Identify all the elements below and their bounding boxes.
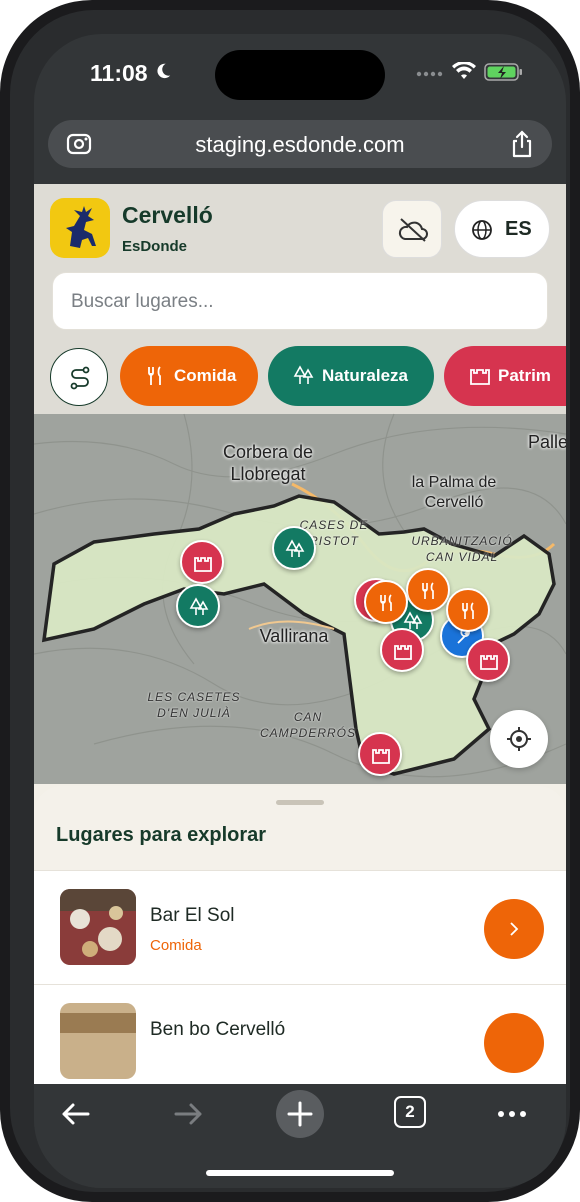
heritage-marker[interactable]: [380, 628, 424, 672]
home-indicator: [206, 1170, 394, 1176]
url-text[interactable]: staging.esdonde.com: [48, 132, 552, 158]
chip-label: Naturaleza: [322, 366, 408, 385]
web-page: Corbera de Llobregat la Palma de Cervell…: [34, 184, 566, 1084]
locate-me-button[interactable]: [490, 710, 548, 768]
status-time: 11:08: [90, 60, 148, 86]
place-label: la Palma de: [411, 474, 497, 491]
heritage-marker[interactable]: [358, 732, 402, 776]
town-logo: [50, 198, 110, 258]
moon-icon: [157, 63, 171, 79]
cloud-off-icon: [398, 218, 428, 242]
signal-dots-icon: [416, 71, 443, 77]
globe-icon: [472, 220, 492, 240]
chip-label: Patrim: [498, 366, 551, 385]
area-label: CAMPDERRÓS: [259, 726, 356, 740]
places-sheet: Lugares para explorar Bar El Sol Comida …: [34, 786, 566, 1084]
plus-icon: [287, 1101, 313, 1127]
language-code: ES: [505, 218, 532, 240]
area-label: URBANITZACIÓ: [411, 534, 513, 548]
place-name: Bar El Sol: [150, 905, 235, 926]
screen: 11:08 staging.esdonde.com Corbera de Llo…: [34, 34, 566, 1188]
share-icon[interactable]: [510, 130, 534, 158]
search-input[interactable]: Buscar lugares...: [52, 272, 548, 330]
route-filter-button[interactable]: [50, 348, 108, 406]
place-label: Cervelló: [424, 494, 484, 511]
area-label: CAN VIDAL: [425, 550, 499, 564]
open-place-button[interactable]: [484, 1013, 544, 1073]
trees-icon: [189, 597, 209, 615]
sheet-handle[interactable]: [276, 800, 324, 805]
browser-url-bar[interactable]: staging.esdonde.com: [48, 120, 552, 168]
brand-name: EsDonde: [122, 238, 188, 255]
place-thumbnail: [60, 889, 136, 965]
place-thumbnail: [60, 1003, 136, 1079]
food-marker[interactable]: [446, 588, 490, 632]
place-label: Palle: [528, 432, 566, 452]
place-name: Ben bo Cervelló: [150, 1019, 286, 1040]
new-tab-button[interactable]: [276, 1090, 324, 1138]
nature-marker[interactable]: [272, 526, 316, 570]
back-arrow-icon[interactable]: [58, 1096, 94, 1132]
trees-icon: [293, 365, 314, 384]
search-placeholder: Buscar lugares...: [71, 291, 214, 312]
place-category: Comida: [150, 937, 202, 954]
wifi-icon: [452, 62, 476, 79]
open-place-button[interactable]: [484, 899, 544, 959]
food-marker[interactable]: [406, 568, 450, 612]
forward-arrow-icon[interactable]: [170, 1096, 206, 1132]
dynamic-island: [215, 50, 385, 100]
chip-comida[interactable]: Comida: [120, 346, 258, 406]
tabs-button[interactable]: 2: [394, 1096, 426, 1128]
deer-icon: [66, 206, 96, 248]
area-label: CAN: [293, 710, 323, 724]
sheet-title: Lugares para explorar: [56, 824, 267, 846]
crosshair-icon: [507, 727, 531, 751]
battery-icon: [484, 63, 522, 81]
language-button[interactable]: ES: [454, 200, 550, 258]
chevron-right-icon: [510, 922, 519, 936]
heritage-marker[interactable]: [466, 638, 510, 682]
castle-icon: [394, 645, 412, 660]
list-item[interactable]: Bar El Sol Comida: [34, 870, 566, 984]
utensils-icon: [380, 594, 392, 611]
trees-icon: [285, 539, 305, 557]
phone-frame: 11:08 staging.esdonde.com Corbera de Llo…: [0, 0, 580, 1202]
chip-patrimonio[interactable]: Patrim: [444, 346, 566, 406]
more-icon[interactable]: [494, 1096, 530, 1132]
castle-icon: [372, 749, 390, 764]
town-name: Cervelló: [122, 202, 213, 228]
place-label: Corbera de: [222, 442, 314, 462]
chip-naturaleza[interactable]: Naturaleza: [268, 346, 434, 406]
area-label: LES CASETES: [147, 690, 241, 704]
place-label: Vallirana: [259, 626, 329, 646]
castle-icon: [480, 655, 498, 670]
phone-bezel: 11:08 staging.esdonde.com Corbera de Llo…: [10, 10, 570, 1192]
route-icon: [70, 366, 90, 390]
castle-icon: [470, 369, 490, 385]
utensils-icon: [462, 602, 474, 619]
castle-icon: [194, 557, 212, 572]
nature-marker[interactable]: [176, 584, 220, 628]
offline-button[interactable]: [382, 200, 442, 258]
place-label: Llobregat: [230, 464, 306, 484]
browser-toolbar: 2: [34, 1084, 566, 1188]
list-item[interactable]: Ben bo Cervelló: [34, 984, 566, 1084]
area-label: D'EN JULIÀ: [157, 706, 231, 720]
heritage-marker[interactable]: [180, 540, 224, 584]
chip-label: Comida: [174, 366, 237, 385]
utensils-icon: [422, 582, 434, 599]
food-marker[interactable]: [364, 580, 408, 624]
utensils-icon: [148, 366, 161, 385]
